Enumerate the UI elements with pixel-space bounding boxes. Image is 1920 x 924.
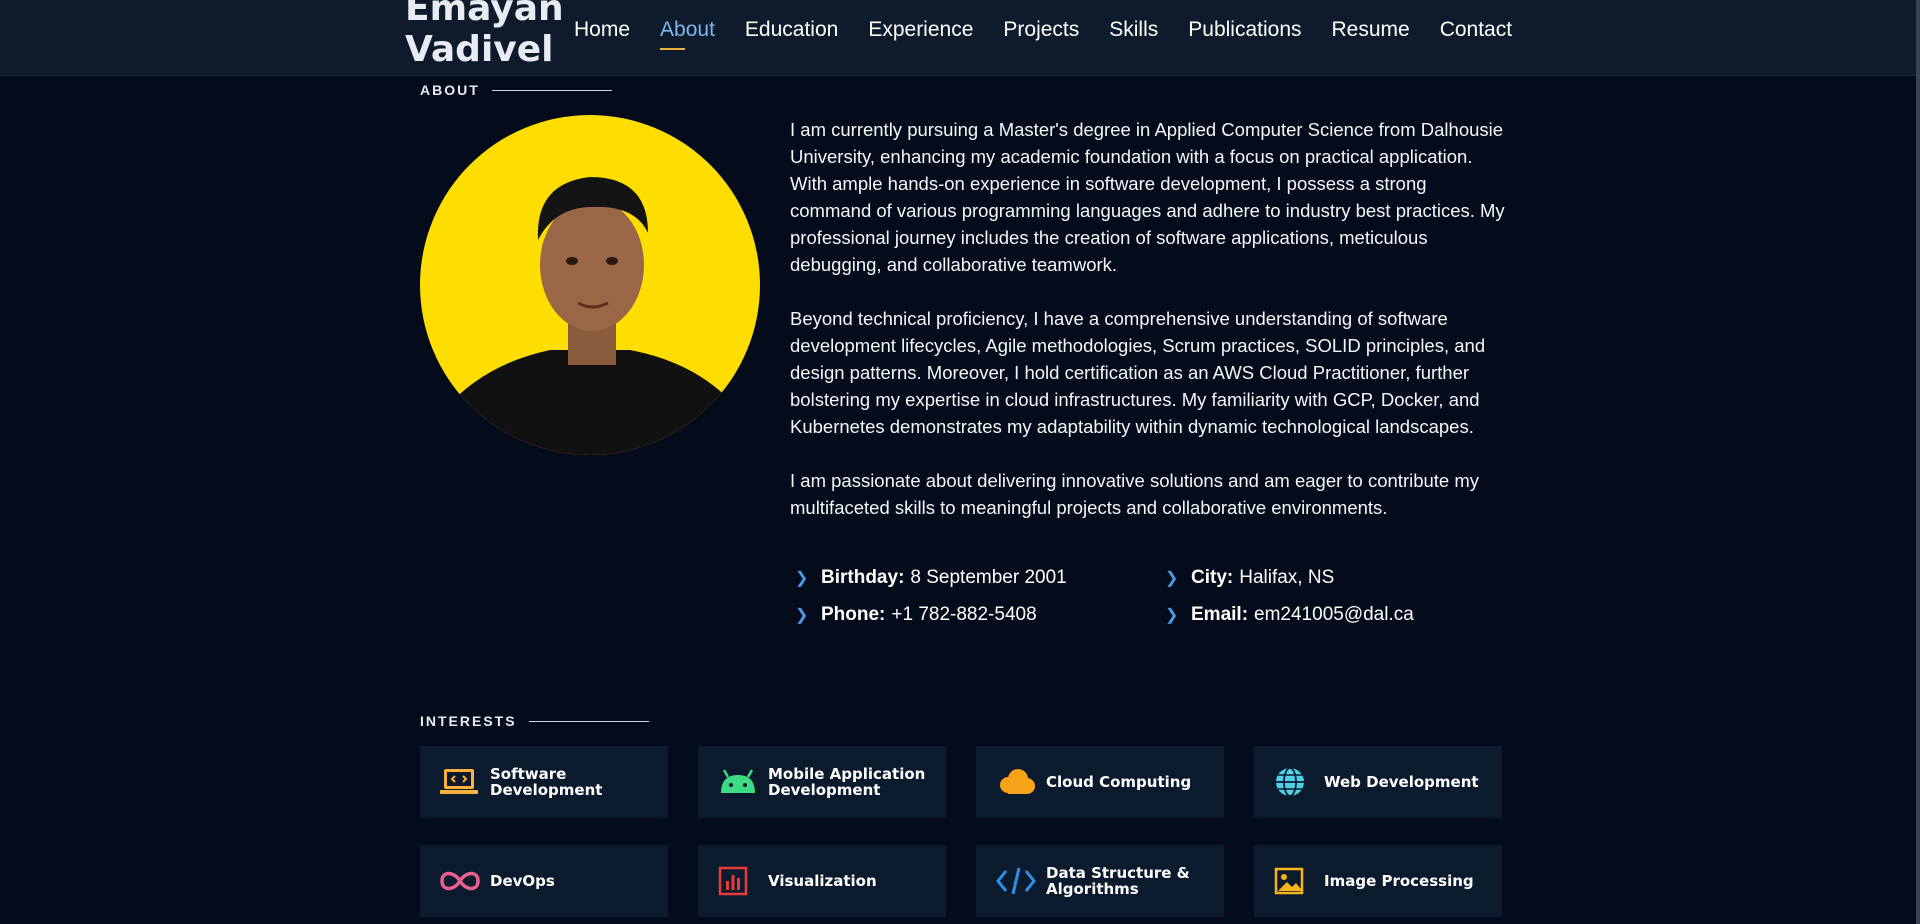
interest-card-data-structure-algorithms[interactable]: Data Structure & Algorithms — [976, 845, 1224, 917]
info-phone: ❯ Phone: +1 782-882-5408 — [795, 602, 1165, 627]
interest-card-mobile-application-development[interactable]: Mobile Application Development — [698, 746, 946, 818]
about-section-title: ABOUT — [420, 82, 612, 98]
nav-item-projects[interactable]: Projects — [1003, 16, 1079, 50]
nav-item-skills[interactable]: Skills — [1109, 16, 1158, 50]
chevron-right-icon: ❯ — [795, 606, 809, 624]
interest-label: Visualization — [768, 872, 877, 890]
interests-grid: Software Development Mobile Application … — [420, 746, 1502, 917]
birthday-value: 8 September 2001 — [910, 566, 1067, 588]
interest-card-web-development[interactable]: Web Development — [1254, 746, 1502, 818]
phone-value: +1 782-882-5408 — [891, 603, 1037, 625]
email-value: em241005@dal.ca — [1254, 603, 1414, 625]
interest-label: Cloud Computing — [1046, 773, 1192, 791]
profile-person-illustration — [440, 177, 750, 455]
interest-label: Image Processing — [1324, 872, 1474, 890]
interest-card-devops[interactable]: DevOps — [420, 845, 668, 917]
city-label: City: — [1191, 566, 1234, 588]
title-divider — [491, 89, 612, 91]
main-nav: Home About Education Experience Projects… — [574, 16, 1542, 50]
about-title-text: ABOUT — [420, 82, 480, 98]
nav-item-publications[interactable]: Publications — [1188, 16, 1301, 50]
interest-label: Software Development — [490, 765, 603, 799]
nav-item-education[interactable]: Education — [745, 16, 838, 50]
interest-label: DevOps — [490, 872, 555, 890]
personal-info: ❯ Birthday: 8 September 2001 ❯ City: Hal… — [795, 565, 1495, 627]
laptop-code-icon — [440, 766, 480, 798]
infinity-icon — [440, 865, 480, 897]
cloud-icon — [996, 766, 1036, 798]
interest-card-image-processing[interactable]: Image Processing — [1254, 845, 1502, 917]
nav-item-contact[interactable]: Contact — [1440, 16, 1512, 50]
nav-item-home[interactable]: Home — [574, 16, 630, 50]
interest-label: Mobile Application Development — [768, 765, 926, 799]
chevron-right-icon: ❯ — [795, 569, 809, 587]
page-scrollbar[interactable] — [1916, 0, 1920, 924]
nav-item-resume[interactable]: Resume — [1332, 16, 1410, 50]
birthday-label: Birthday: — [821, 566, 905, 588]
interest-card-visualization[interactable]: Visualization — [698, 845, 946, 917]
code-icon — [996, 865, 1036, 897]
interest-label: Data Structure & Algorithms — [1046, 864, 1190, 898]
profile-photo — [420, 115, 760, 455]
title-divider — [528, 720, 649, 722]
interest-label: Web Development — [1324, 773, 1479, 791]
brand-first-name: Emayan — [405, 0, 564, 29]
interests-section-title: INTERESTS — [420, 713, 649, 729]
brand-last-name: Vadivel — [405, 29, 554, 70]
info-email: ❯ Email: em241005@dal.ca — [1165, 602, 1495, 627]
about-description: I am currently pursuing a Master's degre… — [790, 116, 1510, 548]
nav-item-experience[interactable]: Experience — [868, 16, 973, 50]
info-city: ❯ City: Halifax, NS — [1165, 565, 1495, 590]
image-icon — [1274, 865, 1314, 897]
phone-label: Phone: — [821, 603, 886, 625]
info-birthday: ❯ Birthday: 8 September 2001 — [795, 565, 1165, 590]
city-value: Halifax, NS — [1239, 566, 1335, 588]
interest-card-cloud-computing[interactable]: Cloud Computing — [976, 746, 1224, 818]
about-paragraph: I am passionate about delivering innovat… — [790, 470, 1480, 518]
brand-logo[interactable]: Emayan Vadivel — [405, 0, 564, 70]
about-paragraph: I am currently pursuing a Master's degre… — [790, 119, 1505, 275]
about-paragraph: Beyond technical proficiency, I have a c… — [790, 308, 1486, 437]
bar-chart-icon — [718, 865, 758, 897]
navbar: Emayan Vadivel Home About Education Expe… — [0, 0, 1920, 76]
android-icon — [718, 766, 758, 798]
nav-item-about[interactable]: About — [660, 16, 715, 50]
interest-card-software-development[interactable]: Software Development — [420, 746, 668, 818]
chevron-right-icon: ❯ — [1165, 569, 1179, 587]
interests-title-text: INTERESTS — [420, 713, 517, 729]
email-label: Email: — [1191, 603, 1249, 625]
chevron-right-icon: ❯ — [1165, 606, 1179, 624]
globe-icon — [1274, 766, 1314, 798]
